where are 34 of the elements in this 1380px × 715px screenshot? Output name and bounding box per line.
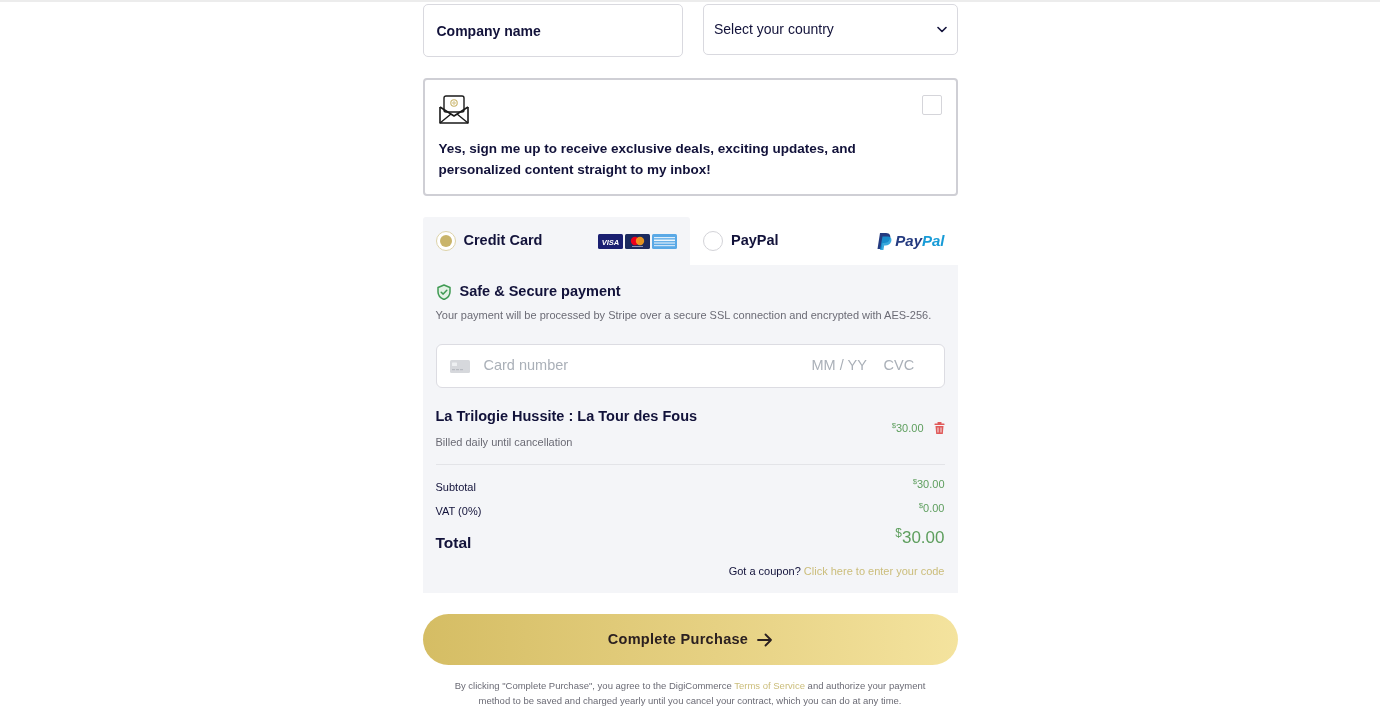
envelope-icon <box>438 95 469 124</box>
billing-note: Billed daily until cancellation <box>435 435 574 450</box>
company-name-field[interactable]: Company name <box>422 4 683 57</box>
country-select[interactable]: Select your country <box>703 4 958 55</box>
total-amount: $^{$}$30.00 <box>895 524 945 549</box>
secure-payment-title: Safe & Secure payment <box>459 282 621 301</box>
trash-icon[interactable] <box>933 422 945 435</box>
summary-label: VAT (0%) <box>435 504 482 519</box>
cvc-field[interactable]: CVC <box>883 355 920 378</box>
expiry-field[interactable]: MM / YY <box>811 355 870 378</box>
arrow-right-icon <box>757 632 773 647</box>
radio-button[interactable] <box>435 231 456 251</box>
legal-notice: By clicking "Complete Purchase", you agree to the DigiCommerce Terms of Service and authorize your payment method to be saved and charged yearly until you cancel your contract, which you can do at any time. <box>453 679 927 709</box>
radio-button[interactable] <box>703 231 723 251</box>
checkbox[interactable] <box>921 95 942 115</box>
paypal-mark-icon <box>877 232 893 250</box>
secure-payment-description: Your payment will be processed by Stripe over a secure SSL connection and encrypted with AES-256. <box>435 307 933 323</box>
total-label: Total <box>435 532 472 553</box>
newsletter-text: Yes, sign me up to receive exclusive deals, exciting updates, and personalized content straight to my inbox! <box>438 140 857 179</box>
product-name: La Trilogie Hussite : La Tour des Fous <box>435 407 698 427</box>
coupon-prompt: Got a coupon? <box>728 564 801 577</box>
striped-card-logo-icon <box>652 233 677 249</box>
price-text: $^{$}$30.00 <box>912 475 945 492</box>
credit-card-icon <box>449 359 470 373</box>
mastercard-icon <box>625 233 650 249</box>
paypal-logo-text: PayPal <box>895 230 945 251</box>
chevron-down-icon <box>936 26 947 33</box>
shield-check-icon <box>435 283 452 300</box>
summary-label: Subtotal <box>435 479 476 495</box>
card-details-field[interactable]: Card number MM / YY CVC <box>435 344 945 389</box>
price-text: $^{$}$30.00 <box>891 420 924 437</box>
price-text: $^{$}$0.00 <box>918 500 945 516</box>
card-number-field[interactable]: Card number <box>483 355 798 378</box>
complete-purchase-button[interactable]: Complete Purchase <box>422 614 958 666</box>
